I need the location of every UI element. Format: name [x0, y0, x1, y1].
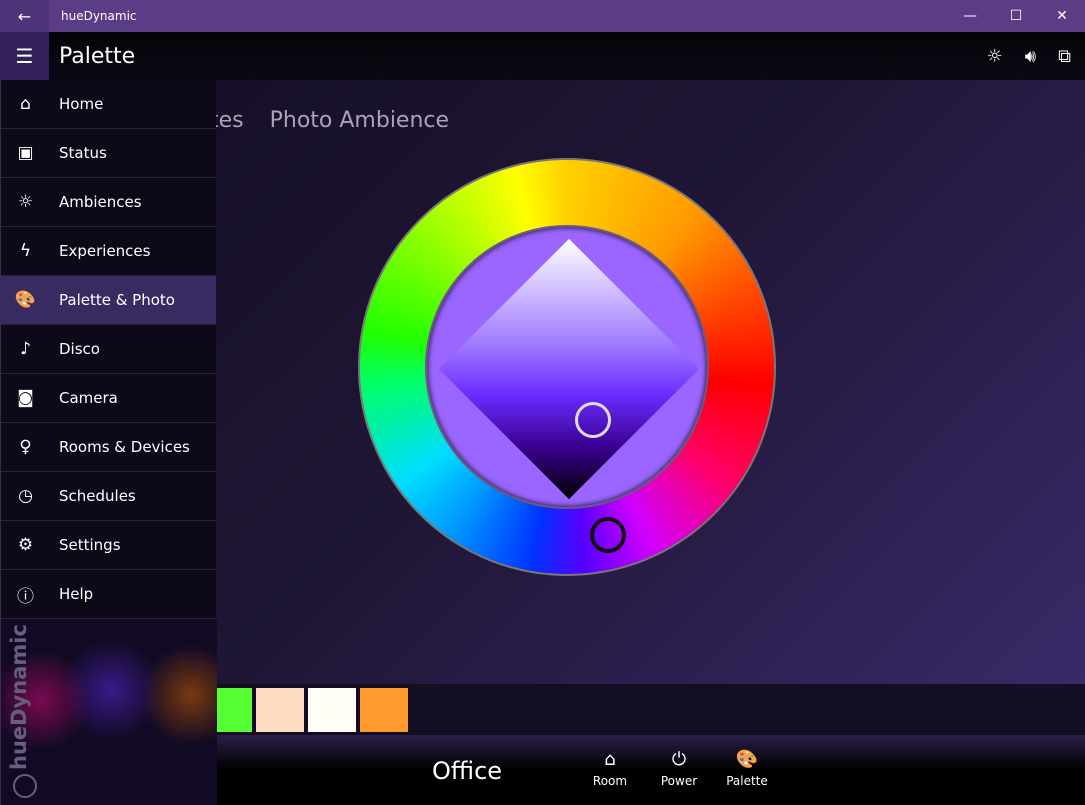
palette-photo-icon: 🎨	[14, 290, 37, 310]
power-icon: ⏻	[671, 749, 687, 770]
disco-icon: ♪	[20, 339, 31, 359]
settings-icon: ⚙	[17, 535, 34, 555]
back-button[interactable]: ←	[0, 0, 49, 32]
sidebar-item-label: Camera	[59, 389, 118, 407]
status-icon: ▣	[17, 143, 34, 163]
hamburger-menu-button[interactable]: ☰	[0, 32, 49, 80]
sidebar-item-label: Rooms & Devices	[59, 438, 190, 456]
sidebar-item-label: Ambiences	[59, 193, 142, 211]
sidebar-item-label: Settings	[59, 536, 121, 554]
room-label: Room	[592, 774, 628, 788]
maximize-button[interactable]: ☐	[993, 0, 1039, 32]
sidebar: ⌂ Home ▣ Status ☼ Ambiences ϟ Experiences 🎨 Palet…	[0, 80, 217, 805]
palette-label: Palette	[726, 774, 768, 788]
sidebar-item-ambiences[interactable]: ☼ Ambiences	[1, 178, 216, 227]
sidebar-item-label: Disco	[59, 340, 100, 358]
room-button[interactable]: ⌂ Room	[580, 749, 640, 788]
saturation-selector-handle[interactable]	[575, 402, 611, 438]
sidebar-item-home[interactable]: ⌂ Home	[1, 80, 216, 129]
saturation-brightness-picker[interactable]	[438, 238, 700, 500]
sidebar-item-settings[interactable]: ⚙ Settings	[1, 521, 216, 570]
sidebar-item-experiences[interactable]: ϟ Experiences	[1, 227, 216, 276]
sidebar-item-help[interactable]: ⓘ Help	[1, 570, 216, 619]
sidebar-item-camera[interactable]: ◙ Camera	[1, 374, 216, 423]
sidebar-item-palette-photo[interactable]: 🎨 Palette & Photo	[1, 276, 216, 325]
experiences-icon: ϟ	[19, 241, 32, 261]
title-bar: ← hueDynamic — ☐ ✕	[0, 0, 1085, 32]
power-button[interactable]: ⏻ Power	[649, 749, 709, 788]
home-icon: ⌂	[604, 749, 616, 770]
bottom-bar: Office ⌂ Room ⏻ Power 🎨 Palette	[216, 735, 1085, 805]
rooms-devices-icon: ♀	[19, 437, 32, 457]
close-button[interactable]: ✕	[1039, 0, 1085, 32]
color-swatch[interactable]	[360, 688, 408, 732]
camera-icon: ◙	[17, 388, 34, 408]
ambiences-icon: ☼	[17, 192, 34, 212]
bulb-logo-icon	[13, 774, 37, 798]
sidebar-item-disco[interactable]: ♪ Disco	[1, 325, 216, 374]
hue-selector-handle[interactable]	[590, 517, 626, 553]
palette-button[interactable]: 🎨 Palette	[717, 749, 777, 788]
palette-icon: 🎨	[735, 749, 759, 770]
brightness-icon[interactable]: ☼	[987, 46, 1003, 67]
schedules-icon: ◷	[18, 486, 33, 506]
header: ☰ Palette ☼ 🔊︎ ⧉	[0, 32, 1085, 80]
hue-color-wheel[interactable]	[358, 158, 776, 576]
sidebar-item-label: Experiences	[59, 242, 151, 260]
page-title: Palette	[59, 43, 136, 69]
sidebar-item-status[interactable]: ▣ Status	[1, 129, 216, 178]
inner-circle	[425, 225, 709, 509]
minimize-button[interactable]: —	[947, 0, 993, 32]
palette-strip	[214, 684, 1085, 735]
volume-icon[interactable]: 🔊︎	[1025, 46, 1036, 67]
help-icon: ⓘ	[17, 586, 34, 607]
sidebar-item-rooms-devices[interactable]: ♀ Rooms & Devices	[1, 423, 216, 472]
cast-icon[interactable]: ⧉	[1058, 46, 1071, 67]
app-title: hueDynamic	[61, 9, 137, 23]
brand-area: hueDynamic	[1, 620, 217, 805]
sidebar-item-label: Status	[59, 144, 107, 162]
arrow-left-icon: ←	[17, 6, 32, 26]
sidebar-item-schedules[interactable]: ◷ Schedules	[1, 472, 216, 521]
sidebar-item-label: Help	[59, 585, 94, 603]
sidebar-item-label: Schedules	[59, 487, 136, 505]
sidebar-item-label: Palette & Photo	[59, 291, 175, 309]
home-icon: ⌂	[20, 94, 31, 114]
color-swatch[interactable]	[256, 688, 304, 732]
color-swatch[interactable]	[214, 688, 252, 732]
power-label: Power	[660, 774, 698, 788]
room-name: Office	[432, 757, 503, 785]
brand-logo-text: hueDynamic	[7, 624, 31, 770]
tab-photo-ambience[interactable]: Photo Ambience	[270, 108, 449, 133]
color-swatch[interactable]	[308, 688, 356, 732]
sidebar-item-label: Home	[59, 95, 104, 113]
